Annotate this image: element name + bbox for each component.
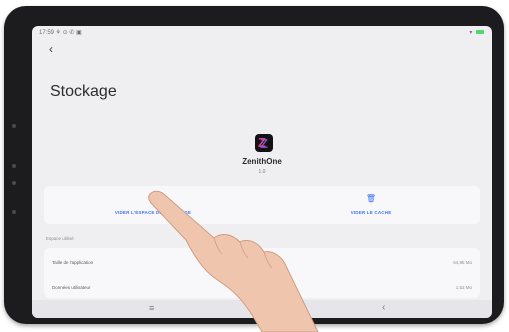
system-back-button[interactable]: ‹	[382, 302, 385, 313]
app-icon: Z Z	[255, 134, 273, 152]
side-dot	[12, 124, 16, 128]
row-value: 1,53 Mo	[455, 285, 472, 290]
clear-storage-button[interactable]: ▢ VIDER L'ESPACE DE STOCKAGE	[44, 186, 262, 224]
app-icon-glyph-shadow: Z	[260, 136, 268, 151]
status-time: 17:59 ⚘ ⊙ ✆ ▣	[39, 30, 82, 36]
side-dot	[12, 181, 16, 185]
app-name: ZenithOne	[242, 157, 282, 166]
list-item: Taille de l'application 64,85 Mo	[44, 248, 480, 273]
status-bar: 17:59 ⚘ ⊙ ✆ ▣ ▾	[32, 26, 492, 38]
screen: 17:59 ⚘ ⊙ ✆ ▣ ▾ ‹ Stockage Z Z ZenithOne…	[32, 26, 492, 318]
row-label: Taille de l'application	[52, 260, 94, 265]
recents-button[interactable]: ≡	[149, 303, 154, 313]
clear-cache-label: VIDER LE CACHE	[350, 210, 392, 215]
clear-cache-button[interactable]: 🗑 VIDER LE CACHE	[262, 186, 480, 224]
page-title: Stockage	[50, 83, 117, 100]
list-item: Données utilisateur 1,53 Mo	[44, 273, 480, 298]
usage-card: Taille de l'application 64,85 Mo Données…	[44, 248, 480, 298]
system-nav-bar: ≡ ‹	[32, 300, 492, 318]
row-value: 64,85 Mo	[453, 260, 472, 265]
tablet-frame: 17:59 ⚘ ⊙ ✆ ▣ ▾ ‹ Stockage Z Z ZenithOne…	[4, 6, 504, 324]
battery-icon	[476, 30, 484, 35]
clear-storage-label: VIDER L'ESPACE DE STOCKAGE	[114, 210, 192, 215]
storage-icon: ▢	[149, 194, 157, 203]
app-version: 1.0	[258, 169, 266, 175]
status-icons: ▾	[469, 29, 484, 36]
wifi-icon: ▾	[469, 30, 473, 36]
section-header-usage: Espace utilisé	[46, 236, 74, 241]
row-label: Données utilisateur	[52, 285, 91, 290]
back-button[interactable]: ‹	[49, 42, 53, 56]
side-dot	[12, 164, 16, 168]
trash-icon: 🗑	[365, 194, 377, 203]
side-dot	[12, 210, 16, 214]
storage-actions-card: ▢ VIDER L'ESPACE DE STOCKAGE 🗑 VIDER LE …	[44, 186, 480, 224]
